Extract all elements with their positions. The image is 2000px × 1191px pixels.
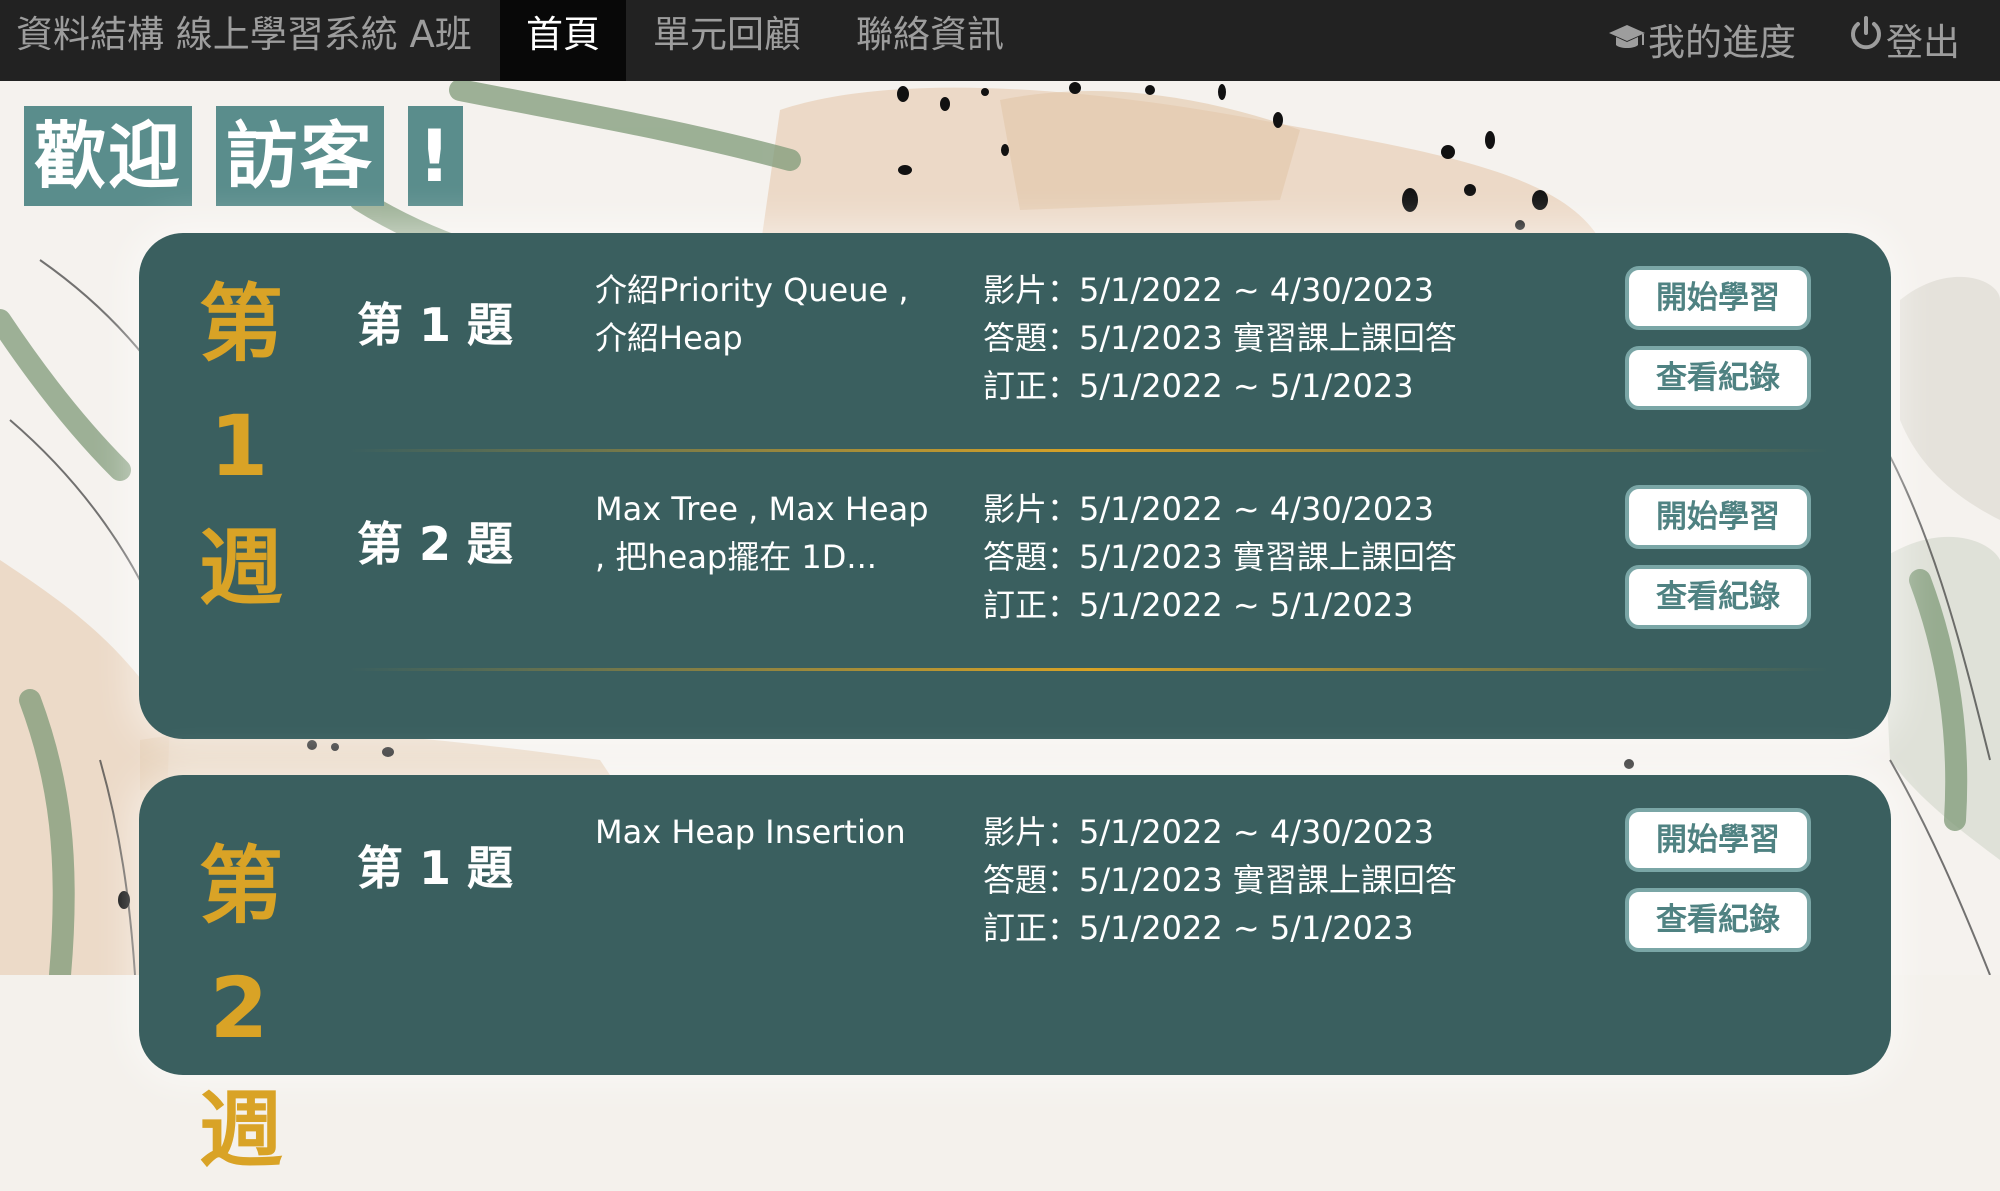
topic-title: 第 1 題 — [357, 841, 514, 895]
topic-description-line: 介紹Heap — [595, 319, 743, 357]
week-label: 第 2 週 — [199, 825, 284, 1191]
topic-description-line: , 把heap擺在 1D... — [595, 538, 877, 576]
week-label: 第 1 週 — [199, 263, 284, 629]
nav-my-progress[interactable]: 我的進度 — [1608, 0, 1798, 81]
power-icon — [1848, 0, 1884, 84]
video-period: 影片：5/1/2022 ~ 4/30/2023 — [983, 490, 1434, 528]
start-learning-button[interactable]: 開始學習 — [1625, 808, 1811, 872]
video-period: 影片：5/1/2022 ~ 4/30/2023 — [983, 271, 1434, 309]
correction-period: 訂正：5/1/2022 ~ 5/1/2023 — [983, 586, 1414, 624]
topic-description: Max Heap Insertion — [595, 808, 955, 856]
topic-description: Max Tree , Max Heap , 把heap擺在 1D... — [595, 485, 955, 581]
week-label-number: 1 — [209, 397, 269, 495]
exclamation-mark: ! — [408, 106, 463, 206]
week-card: 第 1 週 第 1 題 介紹Priority Queue , 介紹Heap 影片… — [139, 233, 1891, 739]
week-label-char: 週 — [199, 1081, 284, 1179]
nav-logout[interactable]: 登出 — [1848, 0, 1988, 81]
week-card: 第 2 週 第 1 題 Max Heap Insertion 影片：5/1/20… — [139, 775, 1891, 1179]
quiz-period: 答題：5/1/2023 實習課上課回答 — [983, 319, 1457, 357]
topic-description-line: Max Tree , Max Heap — [595, 490, 929, 528]
navbar-brand[interactable]: 資料結構 線上學習系統 A班 — [16, 0, 472, 70]
view-record-button[interactable]: 查看紀錄 — [1625, 346, 1811, 410]
topic-title: 第 2 題 — [357, 517, 514, 571]
nav-contact-info[interactable]: 聯絡資訊 — [855, 0, 1005, 81]
topic-divider — [349, 668, 1829, 671]
week-label-char: 第 — [199, 837, 284, 935]
visitor-word: 訪客 — [216, 106, 385, 206]
topic-divider — [349, 449, 1829, 452]
video-period: 影片：5/1/2022 ~ 4/30/2023 — [983, 813, 1434, 851]
welcome-word: 歡迎 — [24, 106, 193, 206]
topic-description-line: Max Heap Insertion — [595, 813, 906, 851]
correction-period: 訂正：5/1/2022 ~ 5/1/2023 — [983, 909, 1414, 947]
topic-description-line: 介紹Priority Queue , — [595, 271, 909, 309]
nav-my-progress-label: 我的進度 — [1648, 21, 1796, 64]
view-record-button[interactable]: 查看紀錄 — [1625, 565, 1811, 629]
start-learning-button[interactable]: 開始學習 — [1625, 266, 1811, 330]
welcome-banner: 歡迎 訪客 ! — [24, 106, 463, 206]
correction-period: 訂正：5/1/2022 ~ 5/1/2023 — [983, 367, 1414, 405]
quiz-period: 答題：5/1/2023 實習課上課回答 — [983, 861, 1457, 899]
nav-logout-label: 登出 — [1886, 21, 1960, 64]
topic-description: 介紹Priority Queue , 介紹Heap — [595, 266, 955, 362]
graduation-cap-icon — [1608, 0, 1646, 84]
topic-schedule: 影片：5/1/2022 ~ 4/30/2023 答題：5/1/2023 實習課上… — [983, 485, 1457, 629]
topic-schedule: 影片：5/1/2022 ~ 4/30/2023 答題：5/1/2023 實習課上… — [983, 808, 1457, 952]
topic-title: 第 1 題 — [357, 298, 514, 352]
view-record-button[interactable]: 查看紀錄 — [1625, 888, 1811, 952]
nav-home[interactable]: 首頁 — [500, 0, 626, 81]
top-navbar: 資料結構 線上學習系統 A班 首頁 單元回顧 聯絡資訊 我的進度 登出 — [0, 0, 2000, 81]
topic-schedule: 影片：5/1/2022 ~ 4/30/2023 答題：5/1/2023 實習課上… — [983, 266, 1457, 410]
week-label-char: 週 — [199, 519, 284, 617]
week-label-number: 2 — [209, 959, 269, 1057]
quiz-period: 答題：5/1/2023 實習課上課回答 — [983, 538, 1457, 576]
start-learning-button[interactable]: 開始學習 — [1625, 485, 1811, 549]
nav-unit-review[interactable]: 單元回顧 — [652, 0, 802, 81]
week-label-char: 第 — [199, 275, 284, 373]
